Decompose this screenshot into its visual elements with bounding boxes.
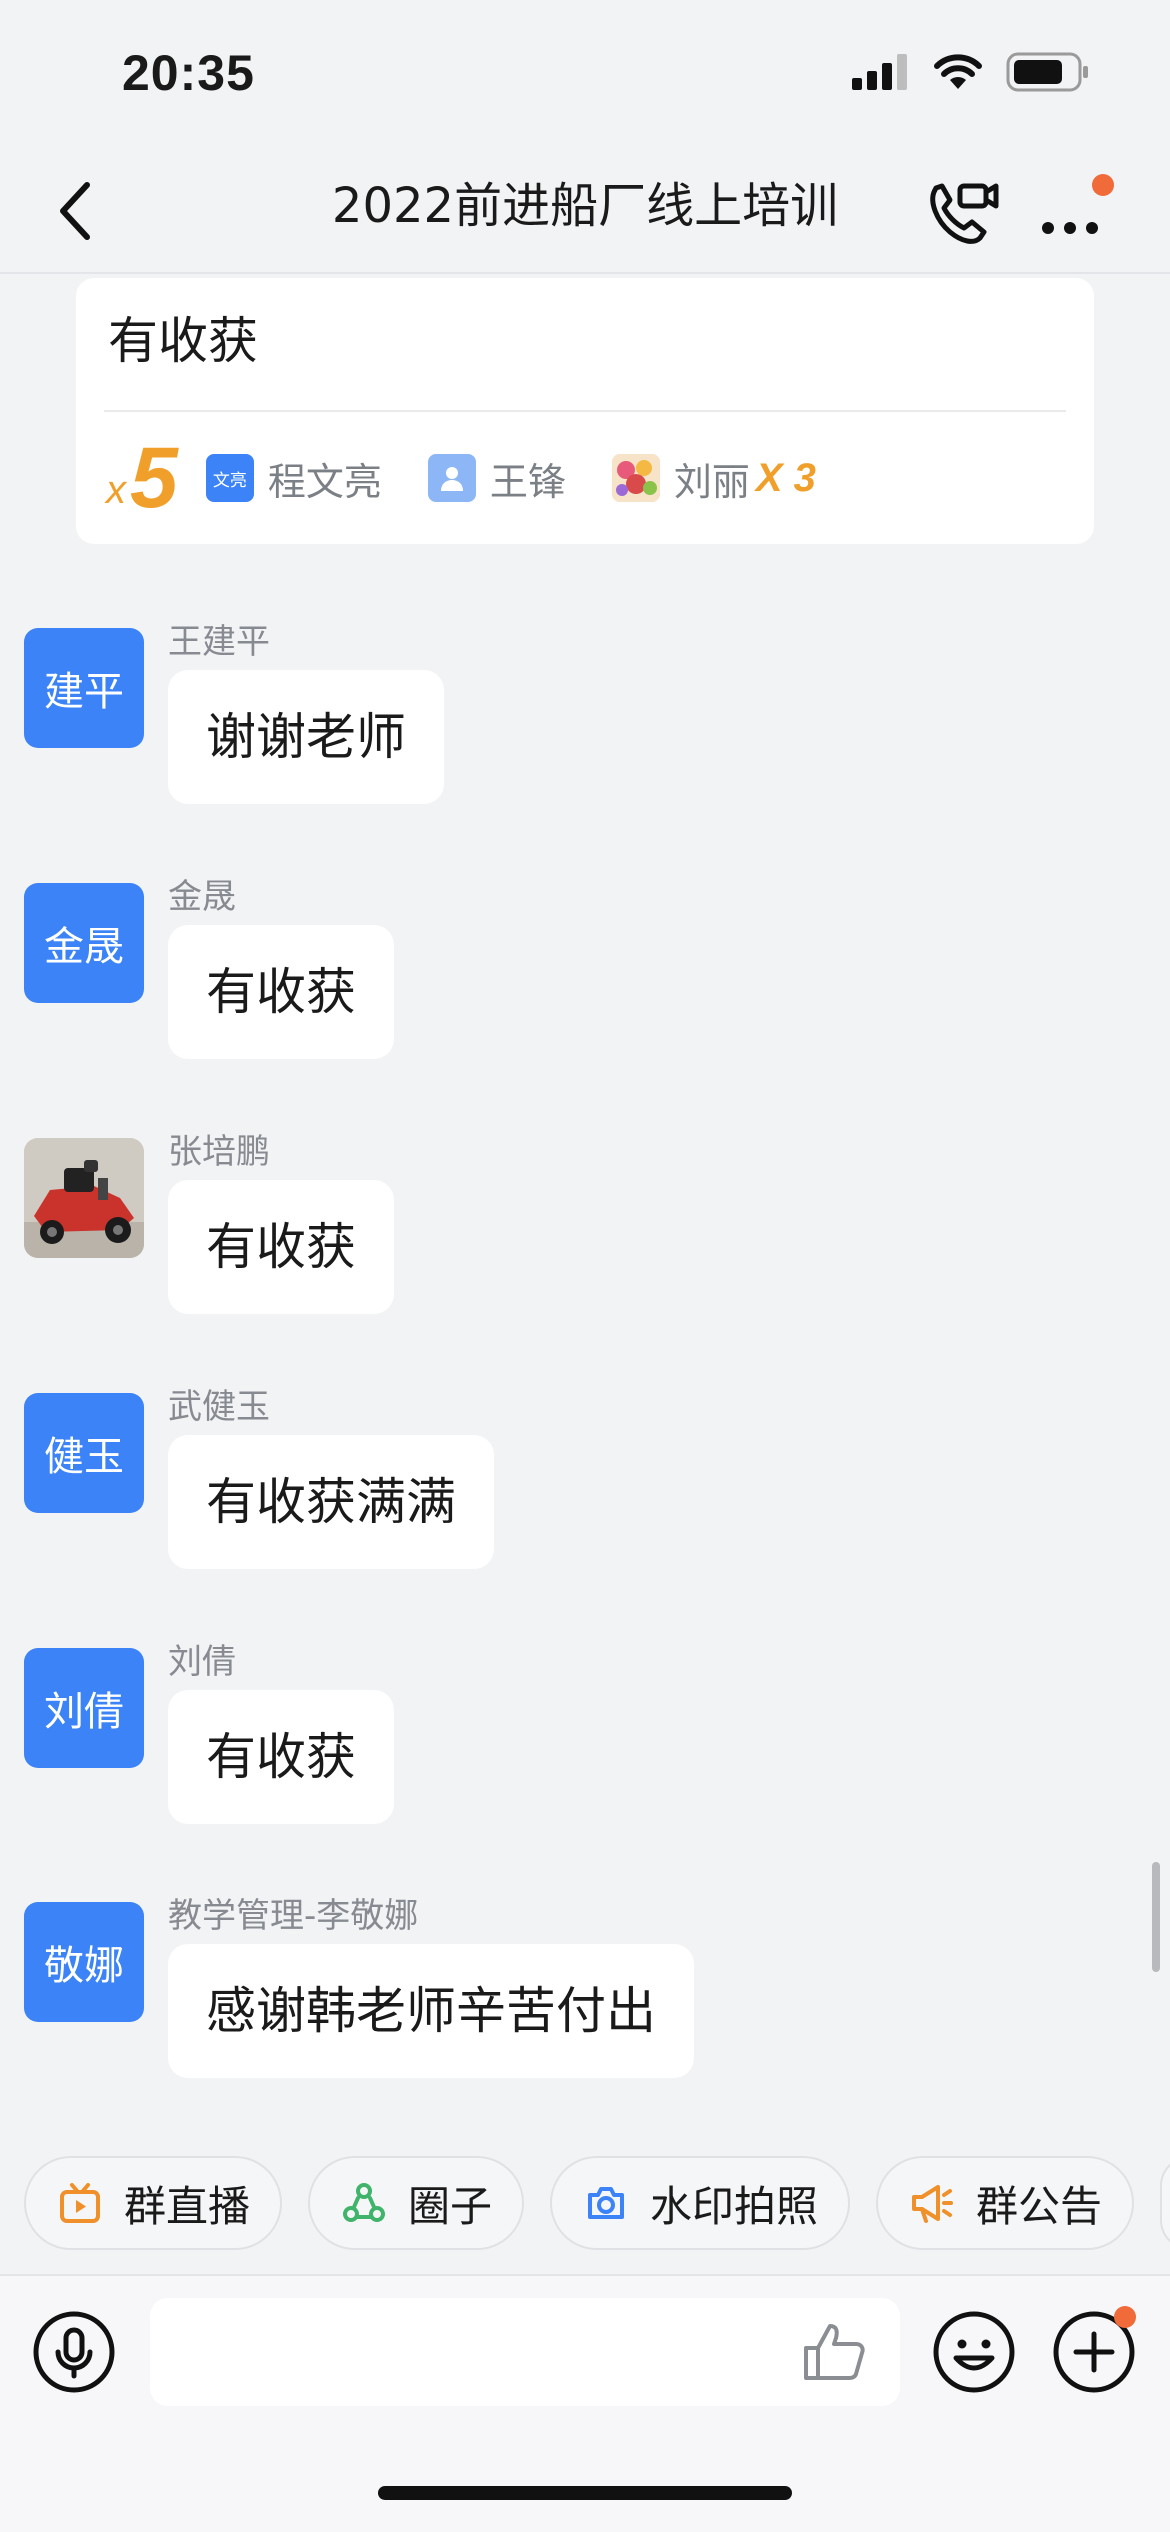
sender-name: 王建平 xyxy=(168,622,270,662)
reactor-multiplier: X 3 xyxy=(755,455,816,500)
quick-action-label: 群直播 xyxy=(124,2181,251,2231)
reactor-item[interactable]: 刘丽 X 3 xyxy=(611,451,816,506)
scrollbar-thumb[interactable] xyxy=(1152,1862,1160,1972)
reactor-avatar: 文亮 xyxy=(205,454,254,502)
status-time: 20:35 xyxy=(122,45,255,101)
cellular-signal-icon xyxy=(852,54,907,90)
more-quick-action-button[interactable] xyxy=(1160,2156,1170,2250)
chat-message: 健玉 武健玉 有收获满满 xyxy=(0,1387,1170,1593)
circle-group-icon xyxy=(340,2179,388,2227)
message-input[interactable] xyxy=(150,2298,900,2406)
group-announcement-button[interactable]: 群公告 xyxy=(876,2156,1135,2250)
reaction-message-text: 有收获 xyxy=(108,312,258,370)
reaction-count-prefix: x xyxy=(106,467,126,512)
sender-name: 金晟 xyxy=(168,877,236,917)
sender-name: 刘倩 xyxy=(168,1642,236,1682)
quick-action-label: 圈子 xyxy=(408,2181,493,2231)
message-bubble[interactable]: 有收获满满 xyxy=(168,1435,494,1569)
chat-message: 金晟 金晟 有收获 xyxy=(0,877,1170,1083)
live-tv-icon xyxy=(56,2179,104,2227)
phone-video-icon xyxy=(930,183,999,244)
avatar[interactable]: 敬娜 xyxy=(24,1902,144,2022)
camera-icon xyxy=(582,2179,630,2227)
nav-bar: 2022前进船厂线上培训 xyxy=(0,150,1170,274)
avatar[interactable]: 建平 xyxy=(24,628,144,748)
message-bubble[interactable]: 谢谢老师 xyxy=(168,670,444,804)
default-user-avatar xyxy=(427,454,476,502)
like-button[interactable] xyxy=(800,2320,868,2384)
quick-action-label: 群公告 xyxy=(976,2181,1103,2231)
circle-button[interactable]: 圈子 xyxy=(308,2156,525,2250)
thumbs-up-icon xyxy=(804,2324,865,2380)
reaction-divider xyxy=(104,410,1066,412)
group-call-button[interactable] xyxy=(920,172,1004,252)
message-bubble[interactable]: 有收获 xyxy=(168,1180,394,1314)
avatar[interactable]: 金晟 xyxy=(24,883,144,1003)
avatar[interactable]: 健玉 xyxy=(24,1393,144,1513)
chat-message: 建平 王建平 谢谢老师 xyxy=(0,622,1170,828)
user-silhouette-icon xyxy=(440,467,463,491)
reaction-count: 5 xyxy=(130,430,178,526)
more-options-button[interactable] xyxy=(1036,172,1116,252)
voice-button[interactable] xyxy=(32,2310,116,2394)
message-bubble[interactable]: 有收获 xyxy=(168,1690,394,1824)
reaction-card[interactable]: 有收获 x 5 文亮 程文亮 王锋 刘丽 X 3 xyxy=(76,278,1094,544)
status-bar: 20:35 xyxy=(0,0,1170,150)
add-more-button[interactable] xyxy=(1052,2306,1136,2394)
reactor-photo-avatar xyxy=(611,454,660,502)
photo-avatar[interactable] xyxy=(24,1138,144,1258)
home-indicator xyxy=(378,2486,792,2500)
reactor-item[interactable]: 文亮 程文亮 xyxy=(205,451,382,506)
chat-message: 张培鹏 有收获 xyxy=(0,1132,1170,1338)
reactor-name: 程文亮 xyxy=(267,459,382,504)
sender-name: 教学管理-李敬娜 xyxy=(168,1896,419,1936)
group-live-button[interactable]: 群直播 xyxy=(24,2156,283,2250)
watermark-photo-button[interactable]: 水印拍照 xyxy=(550,2156,851,2250)
reactor-name: 王锋 xyxy=(489,459,566,504)
message-bubble[interactable]: 有收获 xyxy=(168,925,394,1059)
sender-name: 武健玉 xyxy=(168,1387,270,1427)
smiley-icon xyxy=(933,2311,1015,2393)
go-kart-photo-icon xyxy=(24,1138,144,1258)
sender-name: 张培鹏 xyxy=(168,1132,270,1172)
message-bubble[interactable]: 感谢韩老师辛苦付出 xyxy=(168,1944,694,2078)
battery-icon xyxy=(1006,52,1088,92)
reaction-row: x 5 文亮 程文亮 王锋 刘丽 X 3 xyxy=(106,428,862,528)
reactor-item[interactable]: 王锋 xyxy=(427,451,566,506)
quick-actions-bar: 群直播 圈子 水印拍照 群公告 xyxy=(24,2156,1170,2252)
chat-message: 敬娜 教学管理-李敬娜 感谢韩老师辛苦付出 xyxy=(0,1896,1170,2102)
microphone-icon xyxy=(33,2311,115,2393)
notification-dot xyxy=(1092,174,1114,196)
avatar[interactable]: 刘倩 xyxy=(24,1648,144,1768)
quick-action-label: 水印拍照 xyxy=(650,2181,819,2231)
reactor-name: 刘丽 xyxy=(673,459,750,504)
emoji-button[interactable] xyxy=(932,2310,1016,2394)
flower-avatar-icon xyxy=(611,454,660,502)
chat-message: 刘倩 刘倩 有收获 xyxy=(0,1642,1170,1848)
wifi-icon xyxy=(934,54,982,89)
megaphone-icon xyxy=(908,2179,956,2227)
status-icons xyxy=(852,52,1090,92)
notification-dot xyxy=(1114,2306,1136,2328)
